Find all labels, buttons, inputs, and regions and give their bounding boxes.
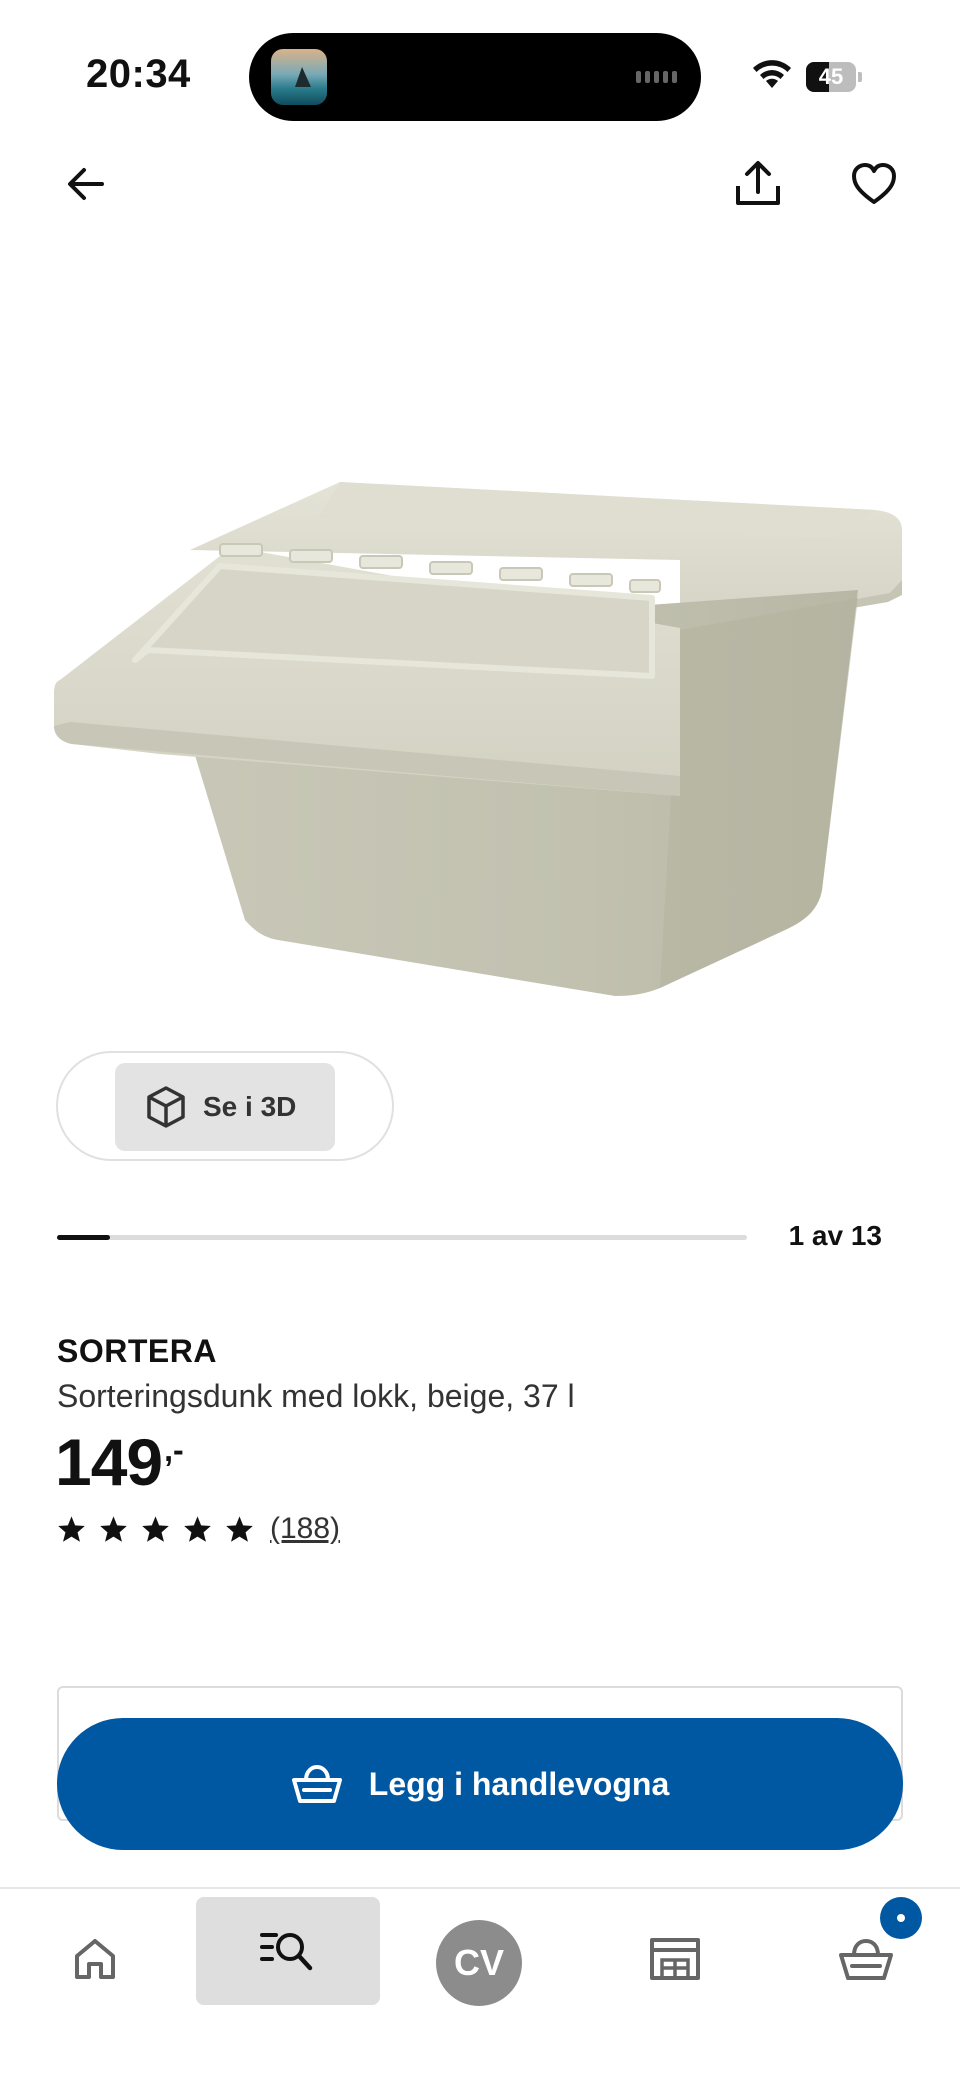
view-3d-button[interactable]: Se i 3D <box>115 1063 335 1151</box>
dynamic-island <box>249 33 701 121</box>
bottom-tab-bar: CV <box>0 1887 960 2087</box>
review-count-link[interactable]: (188) <box>270 1512 340 1546</box>
star-icon <box>226 1516 253 1542</box>
view-3d-label: Se i 3D <box>203 1091 297 1122</box>
gallery-progress-fill <box>57 1235 110 1240</box>
product-image[interactable] <box>40 440 920 1020</box>
price-suffix: ,- <box>164 1432 184 1468</box>
view-3d-container: Se i 3D <box>56 1051 394 1161</box>
product-price: 149 ,- <box>55 1422 184 1502</box>
price-integer: 149 <box>55 1425 163 1499</box>
search-list-icon <box>260 1933 313 1971</box>
star-icon <box>142 1516 169 1542</box>
tab-home[interactable] <box>54 1903 136 2015</box>
star-icon <box>100 1516 127 1542</box>
rating-stars <box>57 1515 254 1543</box>
star-icon <box>184 1516 211 1542</box>
gallery-position-label: 1 av 13 <box>788 1220 882 1251</box>
product-rating[interactable]: (188) <box>57 1512 340 1546</box>
battery-indicator: 45 <box>806 62 862 92</box>
share-icon <box>736 161 780 205</box>
status-time: 20:34 <box>86 52 191 96</box>
gallery-progress-track <box>57 1235 747 1240</box>
tab-search[interactable] <box>196 1897 380 2005</box>
tab-profile[interactable]: CV <box>436 1907 522 2019</box>
arrow-left-icon <box>68 168 104 200</box>
star-icon <box>58 1516 85 1542</box>
avatar: CV <box>436 1920 522 2006</box>
favorite-button[interactable] <box>842 152 906 216</box>
product-description: Sorteringsdunk med lokk, beige, 37 l <box>57 1378 575 1414</box>
home-icon <box>75 1939 115 1979</box>
now-playing-thumbnail <box>271 49 327 105</box>
share-button[interactable] <box>726 152 790 216</box>
add-to-cart-button[interactable]: Legg i handlevogna <box>57 1718 903 1850</box>
wifi-icon <box>751 58 793 95</box>
product-brand: SORTERA <box>57 1333 217 1369</box>
back-button[interactable] <box>54 152 118 216</box>
cube-icon <box>147 1086 185 1128</box>
add-to-cart-label: Legg i handlevogna <box>368 1765 670 1802</box>
basket-icon <box>291 1764 342 1803</box>
basket-icon <box>839 1938 893 1980</box>
cart-badge <box>880 1897 922 1939</box>
battery-level-text: 45 <box>818 64 844 89</box>
heart-icon <box>852 163 896 204</box>
store-icon <box>650 1938 700 1980</box>
audio-bars-icon <box>636 71 677 83</box>
tab-store[interactable] <box>640 1903 710 2015</box>
